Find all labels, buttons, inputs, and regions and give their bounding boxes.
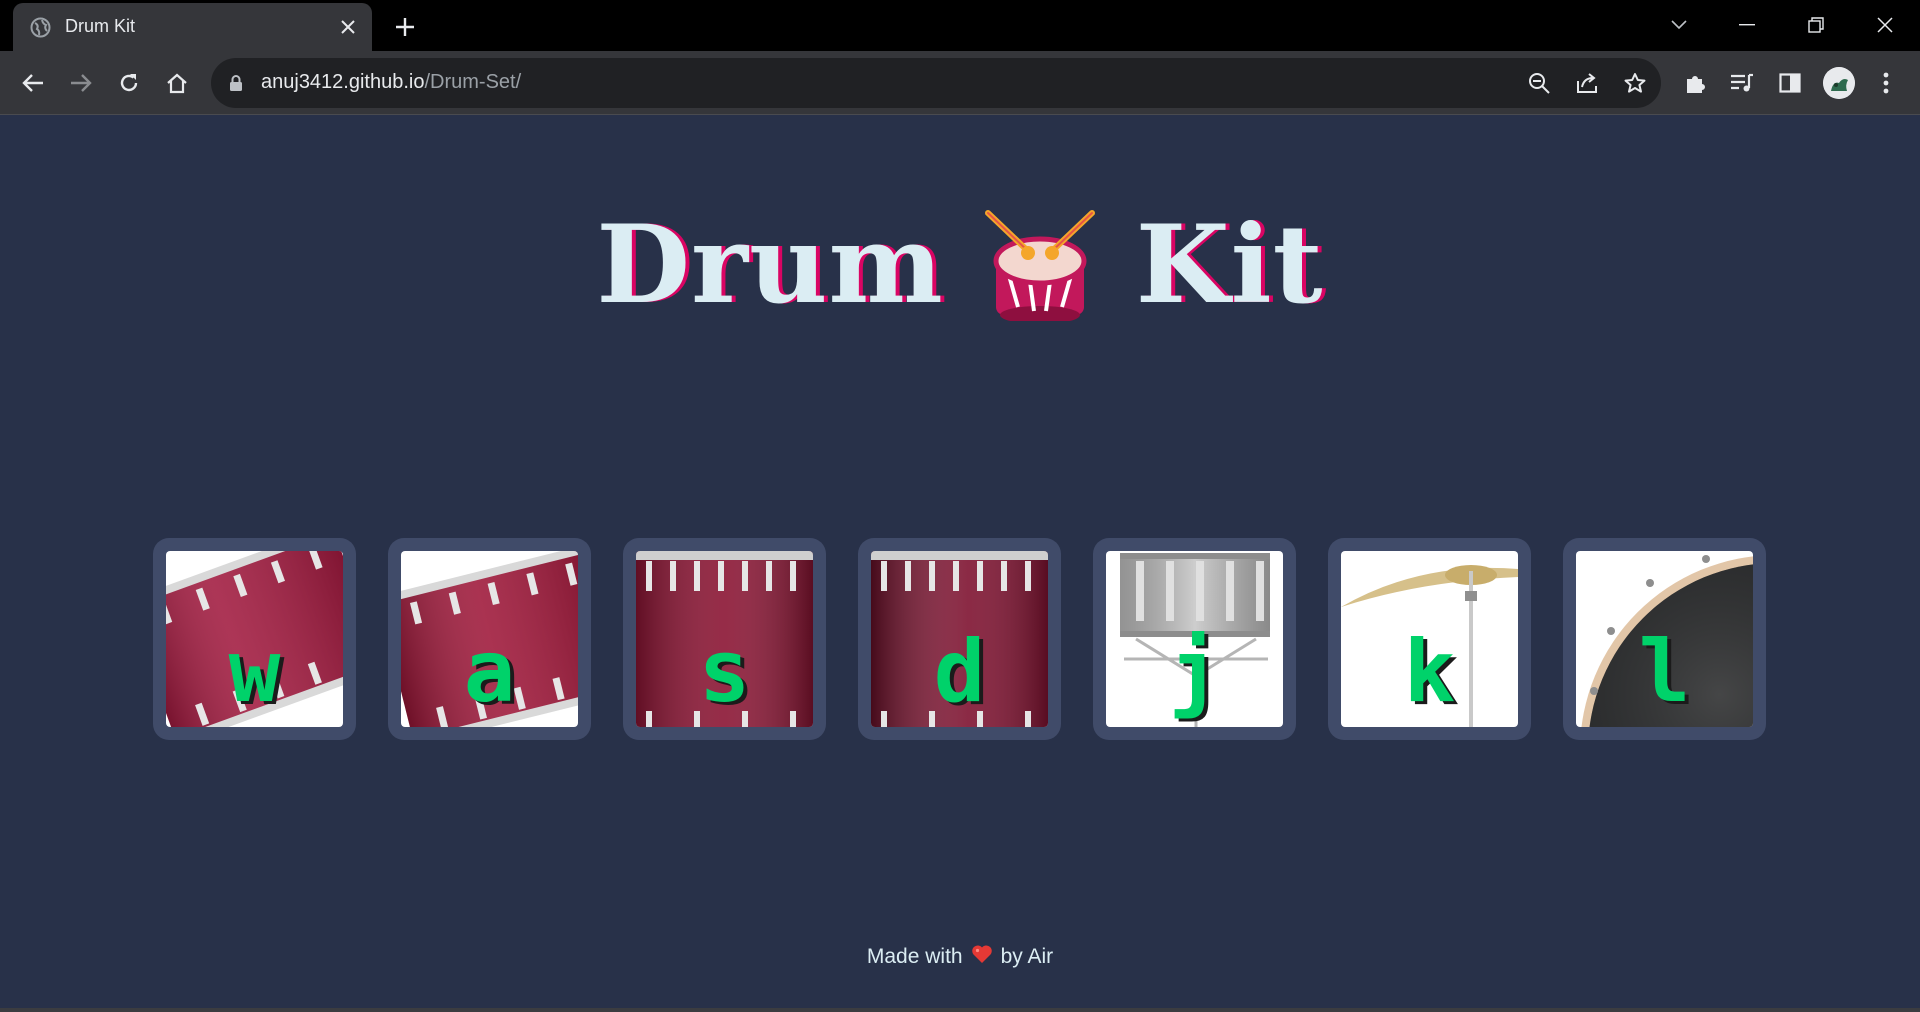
tab-search-icon[interactable] [1659, 10, 1699, 40]
tom-drum-image: d [871, 551, 1048, 727]
url-text[interactable]: anuj3412.github.io/Drum-Set/ [261, 71, 521, 94]
new-tab-button[interactable] [390, 12, 420, 42]
drum-pad-a[interactable]: a [388, 538, 591, 740]
url-path: /Drum-Set/ [424, 71, 522, 93]
menu-kebab-icon[interactable] [1871, 68, 1901, 98]
address-bar[interactable]: anuj3412.github.io/Drum-Set/ [211, 58, 1661, 108]
browser-tab[interactable]: Drum Kit [13, 3, 372, 51]
forward-icon[interactable] [65, 67, 97, 99]
key-letter-s: s [698, 622, 751, 722]
footer-made-with: Made with [866, 945, 963, 968]
tab-title: Drum Kit [65, 16, 136, 36]
title-drum-word: Drum [596, 202, 944, 328]
key-letter-a: a [463, 622, 516, 722]
key-letter-d: d [933, 622, 986, 722]
home-icon[interactable] [161, 67, 193, 99]
drum-pad-d[interactable]: d [858, 538, 1061, 740]
reload-icon[interactable] [113, 67, 145, 99]
browser-tab-bar: Drum Kit [0, 0, 1920, 51]
heart-icon [971, 944, 993, 970]
page-title: Drum Kit [0, 202, 1920, 328]
cymbal-image: k [1341, 551, 1518, 727]
drum-pad-l[interactable]: l [1563, 538, 1766, 740]
globe-icon [30, 17, 51, 38]
browser-toolbar: anuj3412.github.io/Drum-Set/ [0, 51, 1920, 115]
drum-set: w a s d j k l [153, 538, 1767, 740]
back-icon[interactable] [17, 67, 49, 99]
profile-avatar[interactable] [1823, 67, 1855, 99]
kick-drum-image: a [401, 551, 578, 727]
crash-drum-image: w [166, 551, 343, 727]
zoom-icon[interactable] [1526, 70, 1552, 96]
drum-pad-s[interactable]: s [623, 538, 826, 740]
footer: Made with by Air [0, 944, 1920, 970]
page-body: Drum Kit w a s d j k l Made with by Air [0, 116, 1920, 1012]
key-letter-k: k [1403, 622, 1456, 722]
snare-drum-image: s [636, 551, 813, 727]
drum-icon [984, 209, 1096, 324]
extensions-icon[interactable] [1680, 68, 1710, 98]
close-tab-icon[interactable] [336, 15, 360, 39]
footer-author: by Air [1000, 945, 1054, 968]
close-window-icon[interactable] [1865, 10, 1905, 40]
key-letter-w: w [228, 622, 281, 722]
title-kit-word: Kit [1135, 202, 1324, 328]
restore-icon[interactable] [1796, 10, 1836, 40]
key-letter-j: j [1168, 622, 1221, 722]
media-control-icon[interactable] [1727, 68, 1757, 98]
drum-pad-w[interactable]: w [153, 538, 356, 740]
drum-pad-k[interactable]: k [1328, 538, 1531, 740]
key-letter-l: l [1638, 622, 1691, 722]
minimize-icon[interactable] [1727, 10, 1767, 40]
snare-side-image: j [1106, 551, 1283, 727]
drum-pad-j[interactable]: j [1093, 538, 1296, 740]
bookmark-star-icon[interactable] [1622, 70, 1648, 96]
side-panel-icon[interactable] [1775, 68, 1805, 98]
share-icon[interactable] [1574, 70, 1600, 96]
lock-icon[interactable] [229, 74, 243, 97]
bass-drum-image: l [1576, 551, 1753, 727]
url-host: anuj3412.github.io [261, 71, 425, 93]
window-bottom-edge [0, 1008, 1920, 1012]
